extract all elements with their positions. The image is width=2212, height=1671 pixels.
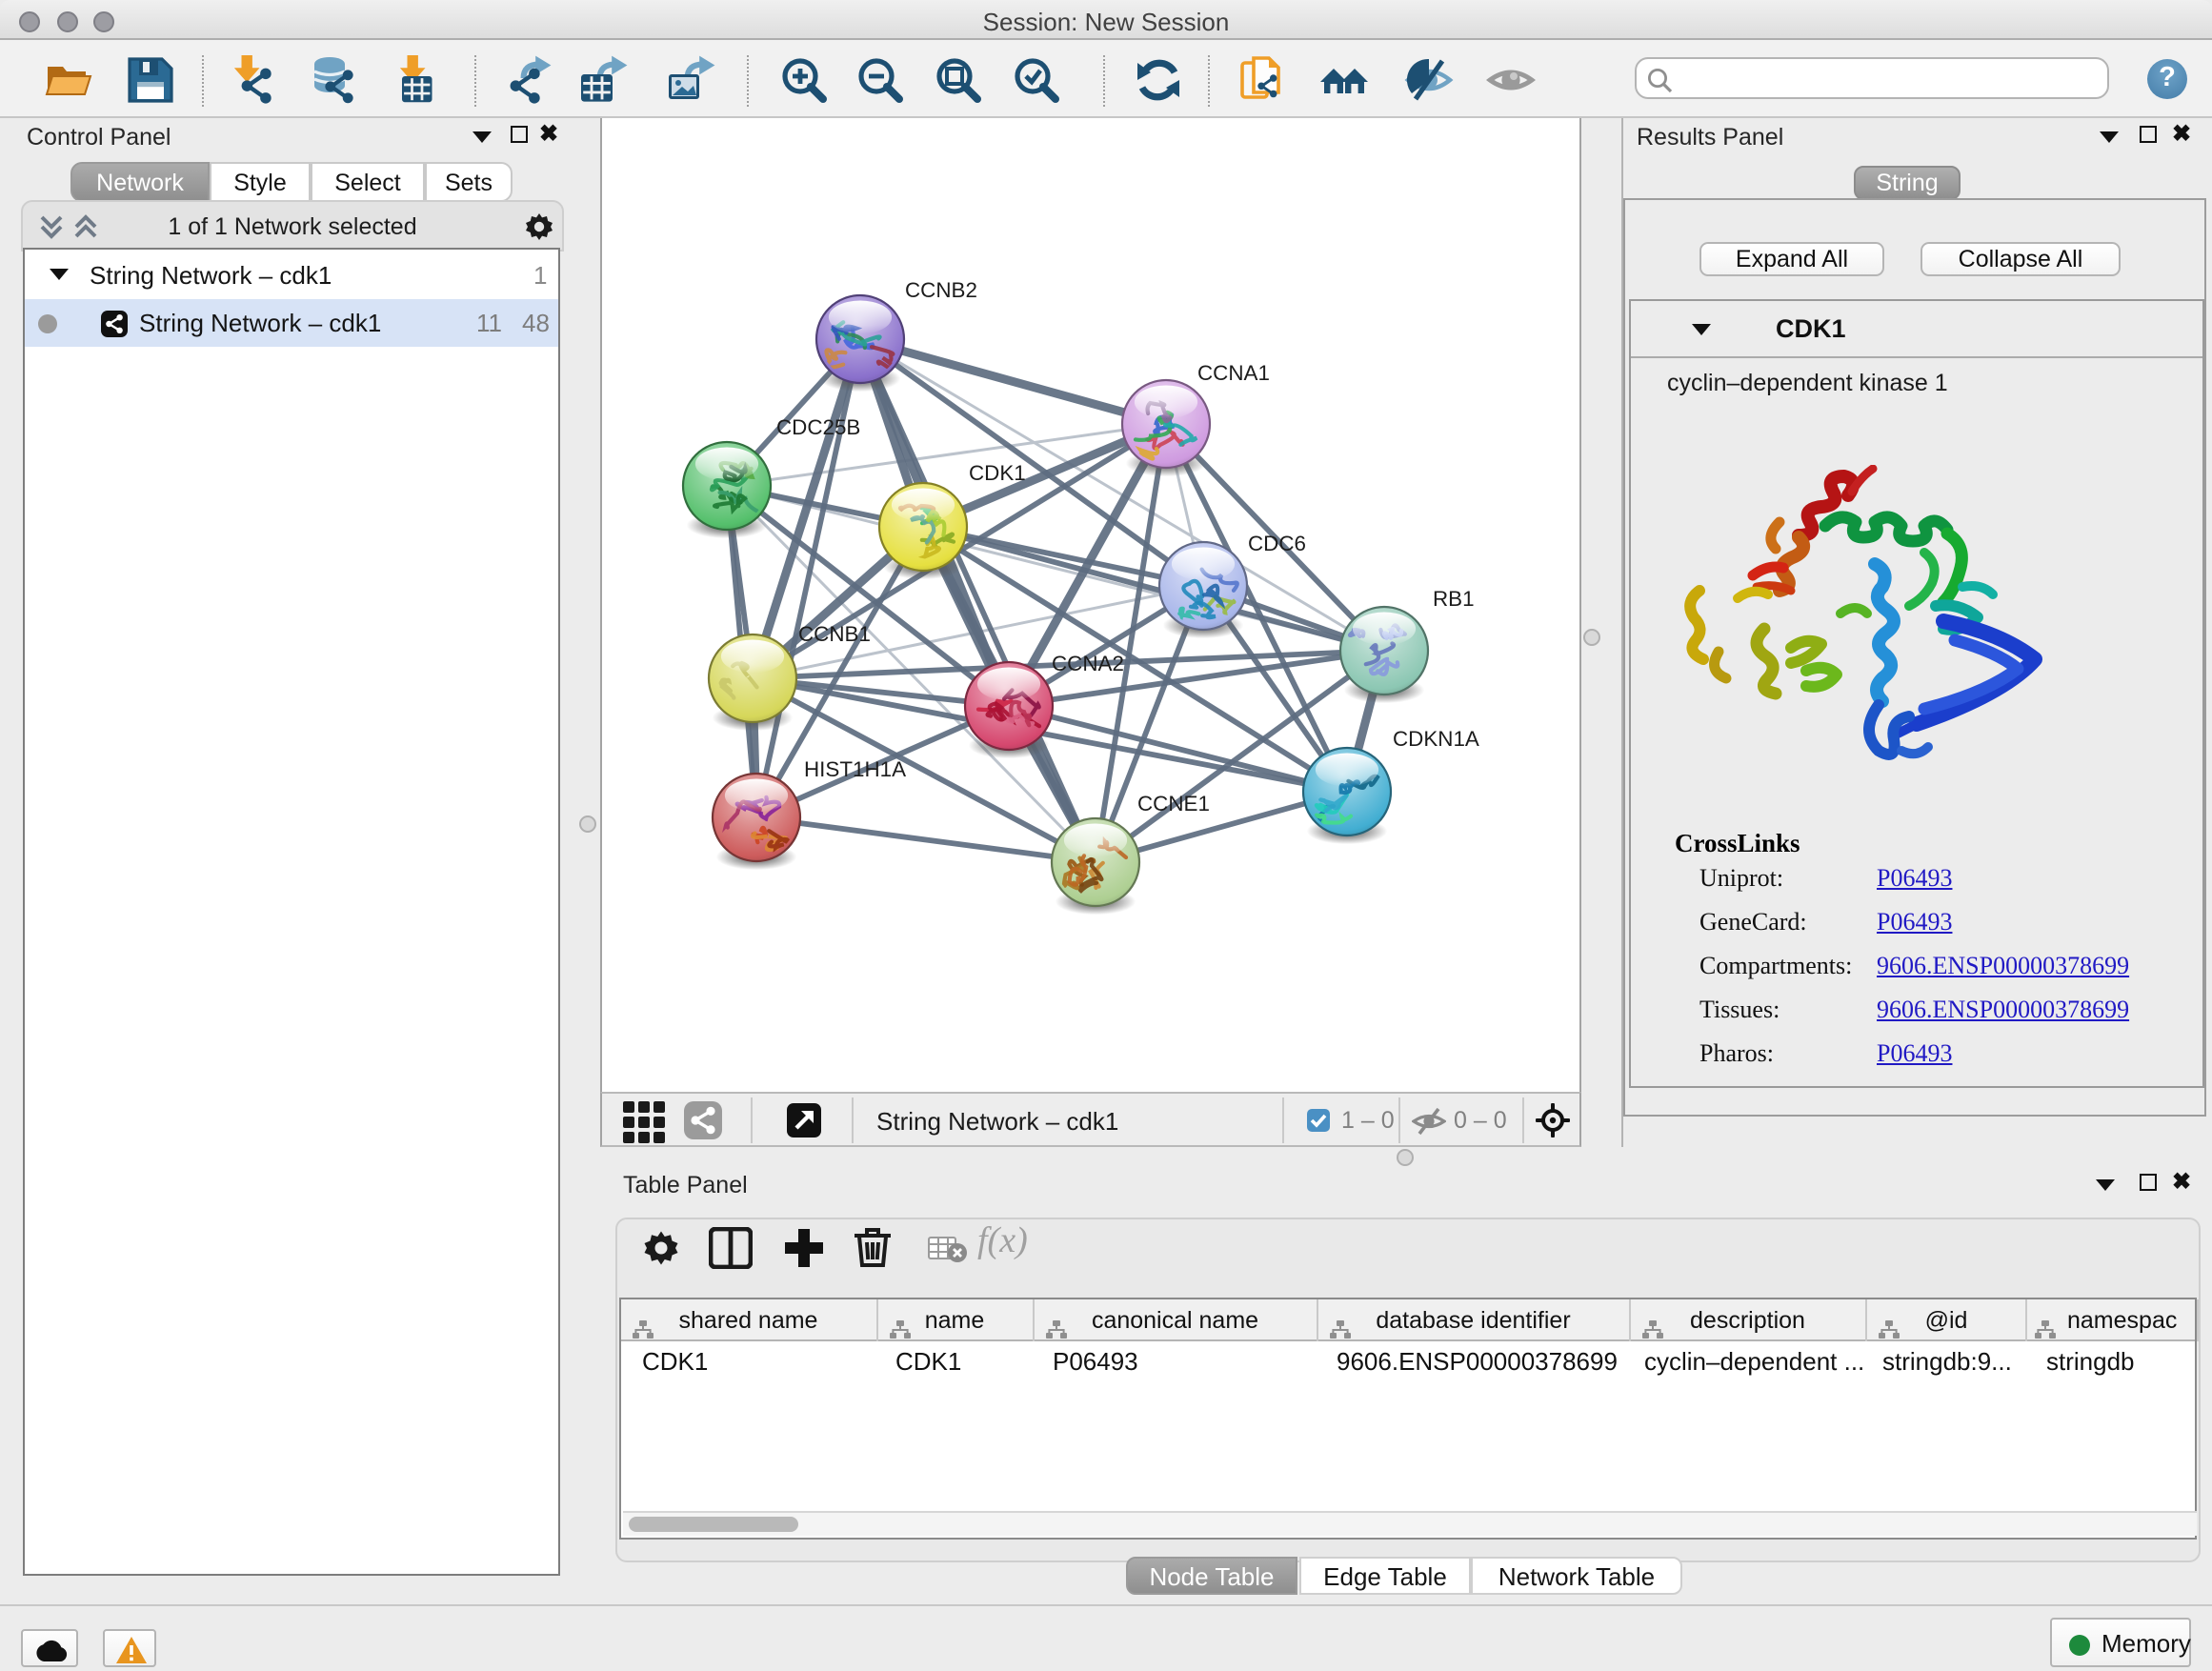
svg-text:CCNB2: CCNB2 [905,278,977,302]
svg-text:RB1: RB1 [1433,587,1475,611]
svg-text:CDK1: CDK1 [969,461,1026,485]
svg-text:CDC6: CDC6 [1248,532,1306,555]
svg-text:HIST1H1A: HIST1H1A [804,757,906,781]
svg-text:CDKN1A: CDKN1A [1393,727,1479,751]
svg-text:CCNB1: CCNB1 [798,622,871,646]
svg-text:CCNA1: CCNA1 [1197,361,1270,385]
svg-text:CDC25B: CDC25B [776,415,860,439]
svg-text:CCNE1: CCNE1 [1137,792,1210,815]
svg-text:CCNA2: CCNA2 [1052,652,1124,675]
